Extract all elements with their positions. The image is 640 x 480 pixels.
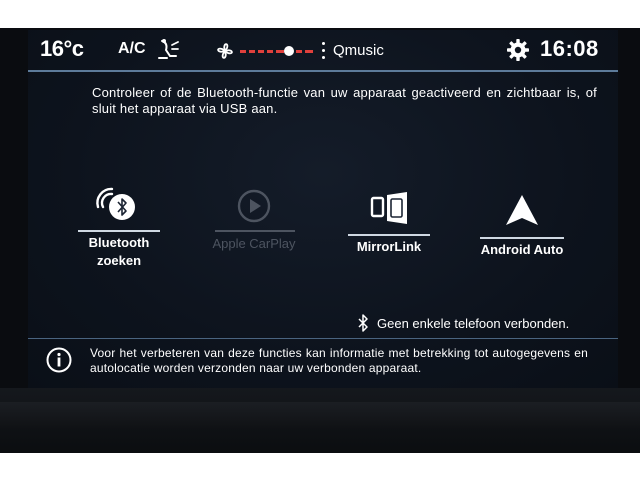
lower-bezel — [0, 388, 640, 453]
clock: 16:08 — [540, 36, 599, 61]
connection-status: Geen enkele telefoon verbonden. — [377, 316, 570, 331]
more-options-icon[interactable] — [322, 42, 326, 60]
instruction-text: Controleer of de Bluetooth-functie van u… — [92, 85, 597, 116]
air-distribution-icon[interactable] — [156, 38, 182, 62]
temperature-readout[interactable]: 16°c — [40, 36, 84, 62]
apple-carplay-button[interactable]: Apple CarPlay — [205, 188, 303, 258]
apple-carplay-icon — [237, 189, 271, 223]
mirrorlink-underline — [348, 234, 430, 236]
status-bar: 16°c A/C Qmusic 16:08 — [28, 30, 618, 70]
fan-icon[interactable] — [214, 40, 236, 62]
ac-button[interactable]: A/C — [118, 40, 146, 58]
mirrorlink-button[interactable]: MirrorLink — [348, 192, 430, 262]
info-icon — [46, 347, 72, 373]
fan-speed-bar[interactable] — [240, 46, 314, 56]
android-auto-button[interactable]: Android Auto — [478, 193, 566, 263]
status-divider — [28, 70, 618, 72]
carplay-underline — [215, 230, 295, 232]
radio-station[interactable]: Qmusic — [333, 42, 384, 59]
privacy-info-text: Voor het verbeteren van deze functies ka… — [90, 346, 588, 375]
android-auto-underline — [480, 237, 564, 239]
fan-speed-knob[interactable] — [284, 46, 294, 56]
bluetooth-label-2: zoeken — [96, 253, 142, 268]
bluetooth-icon — [358, 314, 368, 332]
bezel-strip — [0, 402, 640, 428]
gear-icon[interactable] — [506, 38, 530, 62]
bluetooth-underline — [78, 230, 160, 232]
android-auto-icon — [506, 195, 538, 225]
carplay-label: Apple CarPlay — [212, 236, 296, 251]
bluetooth-search-button[interactable]: Bluetooth zoeken — [78, 185, 160, 275]
bluetooth-search-icon — [96, 187, 135, 220]
android-auto-label: Android Auto — [480, 242, 564, 257]
mirrorlink-label: MirrorLink — [356, 239, 422, 254]
bluetooth-label-1: Bluetooth — [88, 235, 150, 250]
mirrorlink-icon — [370, 192, 407, 224]
footer-divider — [28, 338, 618, 339]
